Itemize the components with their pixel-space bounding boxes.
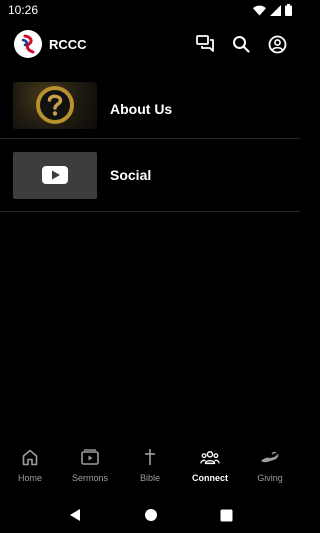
giving-hand-icon [261, 451, 279, 463]
app-logo[interactable] [14, 30, 42, 58]
video-play-icon [81, 449, 99, 465]
recents-icon[interactable] [220, 509, 233, 522]
bottom-nav: Home Sermons Bible Connect Giving [0, 447, 300, 493]
chat-icon [195, 35, 214, 52]
cell-signal-icon [270, 4, 281, 16]
search-icon [233, 36, 250, 53]
app-bar: RCCC [0, 24, 300, 64]
account-icon [268, 35, 286, 53]
connect-list: About Us Social [0, 80, 300, 212]
nav-giving[interactable]: Giving [240, 447, 300, 483]
app-title: RCCC [49, 36, 87, 52]
app-actions [194, 33, 288, 55]
nav-sermons[interactable]: Sermons [60, 447, 120, 483]
account-button[interactable] [266, 33, 288, 55]
cross-icon [145, 449, 155, 465]
question-mark-icon [36, 86, 74, 124]
nav-bible[interactable]: Bible [120, 447, 180, 483]
home-icon [22, 449, 38, 465]
nav-sermons-label: Sermons [71, 473, 108, 483]
home-circle-icon[interactable] [144, 508, 158, 522]
battery-icon [285, 4, 292, 16]
youtube-play-icon [42, 166, 68, 184]
list-item-about-us[interactable]: About Us [0, 80, 300, 139]
system-nav-bar [0, 497, 300, 533]
nav-bible-label: Bible [139, 473, 160, 483]
status-icons [253, 4, 292, 16]
group-icon [200, 450, 220, 464]
about-us-thumbnail [13, 81, 97, 129]
nav-home[interactable]: Home [0, 447, 60, 483]
chat-button[interactable] [194, 33, 216, 55]
status-time: 10:26 [8, 3, 39, 17]
rccc-logo-icon [21, 34, 35, 54]
nav-connect-label: Connect [192, 473, 228, 483]
nav-giving-label: Giving [257, 473, 283, 483]
back-icon[interactable] [68, 508, 82, 522]
wifi-icon [253, 5, 266, 15]
list-item-social[interactable]: Social [0, 139, 300, 212]
social-thumbnail [13, 151, 97, 199]
nav-connect[interactable]: Connect [180, 447, 240, 483]
nav-home-label: Home [17, 473, 42, 483]
status-bar: 10:26 [0, 0, 300, 20]
about-us-label: About Us [110, 101, 173, 117]
social-label: Social [110, 167, 152, 183]
search-button[interactable] [230, 33, 252, 55]
